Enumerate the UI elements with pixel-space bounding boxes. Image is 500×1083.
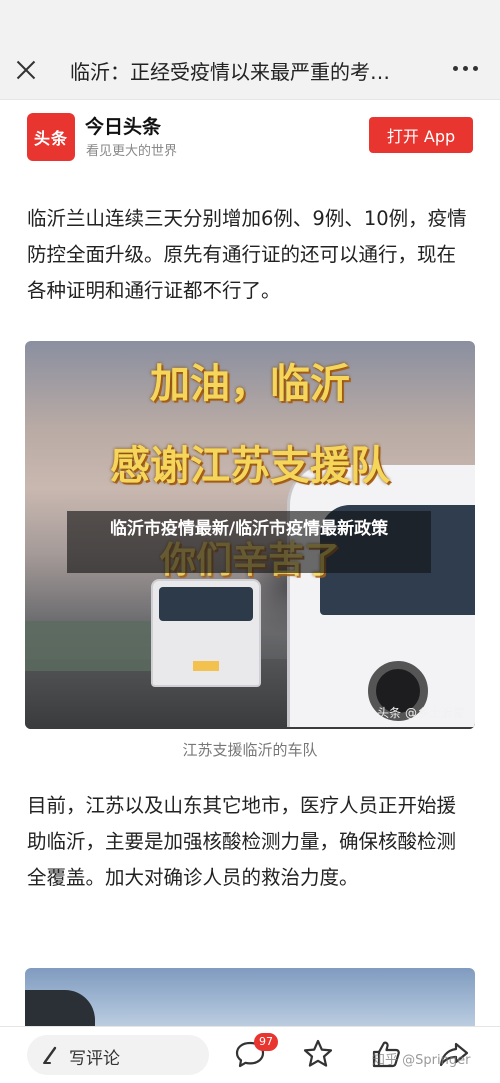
image-description-caption: 江苏支援临沂的车队 — [182, 741, 318, 759]
app-logo: 头条 — [27, 113, 75, 161]
bus-rear-shape — [151, 579, 261, 687]
overlay-title-banner: 临沂市疫情最新/临沂市疫情最新政策 — [67, 511, 431, 573]
write-comment-button[interactable]: 写评论 — [27, 1035, 209, 1075]
pen-icon — [43, 1046, 57, 1064]
image-caption-line-1: 加油，临沂 — [150, 361, 350, 407]
bus-side-shape — [287, 465, 475, 727]
more-dots-icon[interactable] — [453, 66, 478, 71]
site-watermark: 知乎 @Springer — [372, 1053, 471, 1068]
app-name: 今日头条 — [85, 116, 162, 138]
star-icon[interactable] — [300, 1036, 336, 1072]
comment-count-badge: 97 — [254, 1033, 278, 1051]
close-icon[interactable] — [10, 54, 42, 86]
image-watermark: 头条 @乡土沂蒙 — [377, 706, 465, 720]
app-header: 头条 今日头条 看见更大的世界 打开 App — [0, 100, 500, 172]
write-comment-label: 写评论 — [69, 1049, 120, 1069]
open-app-button[interactable]: 打开 App — [369, 117, 473, 153]
page-title: 临沂：正经受疫情以来最严重的考… — [70, 60, 390, 84]
article-paragraph-1: 临沂兰山连续三天分别增加6例、9例、10例，疫情防控全面升级。原先有通行证的还可… — [27, 207, 467, 302]
bottom-action-bar: 写评论 97 知乎 @Springer — [0, 1026, 500, 1083]
top-navigation-bar: 临沂：正经受疫情以来最严重的考… — [0, 0, 500, 100]
image-caption-line-2: 感谢江苏支援队 — [110, 443, 390, 489]
app-slogan: 看见更大的世界 — [86, 144, 178, 159]
article-paragraph-2: 目前，江苏以及山东其它地市，医疗人员正开始援助临沂，主要是加强核酸检测力量，确保… — [27, 794, 457, 889]
